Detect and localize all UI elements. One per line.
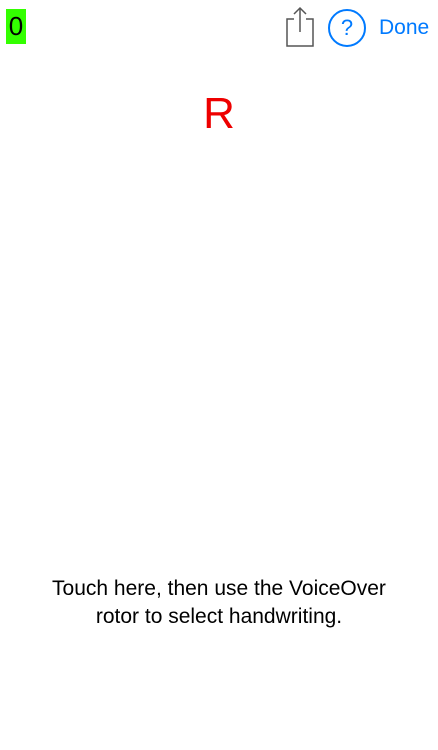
instruction-line-2: rotor to select handwriting. bbox=[95, 605, 343, 628]
handwriting-area[interactable] bbox=[0, 150, 438, 750]
instruction-line-1: Touch here, then use the VoiceOver bbox=[52, 577, 386, 600]
instruction-text: Touch here, then use the VoiceOver rotor… bbox=[0, 575, 438, 631]
score-badge: 0 bbox=[6, 9, 26, 44]
help-button[interactable]: ? bbox=[328, 9, 366, 47]
share-button[interactable] bbox=[283, 6, 317, 48]
target-letter: R bbox=[203, 89, 235, 138]
done-button[interactable]: Done bbox=[379, 14, 429, 42]
share-icon bbox=[286, 6, 314, 47]
